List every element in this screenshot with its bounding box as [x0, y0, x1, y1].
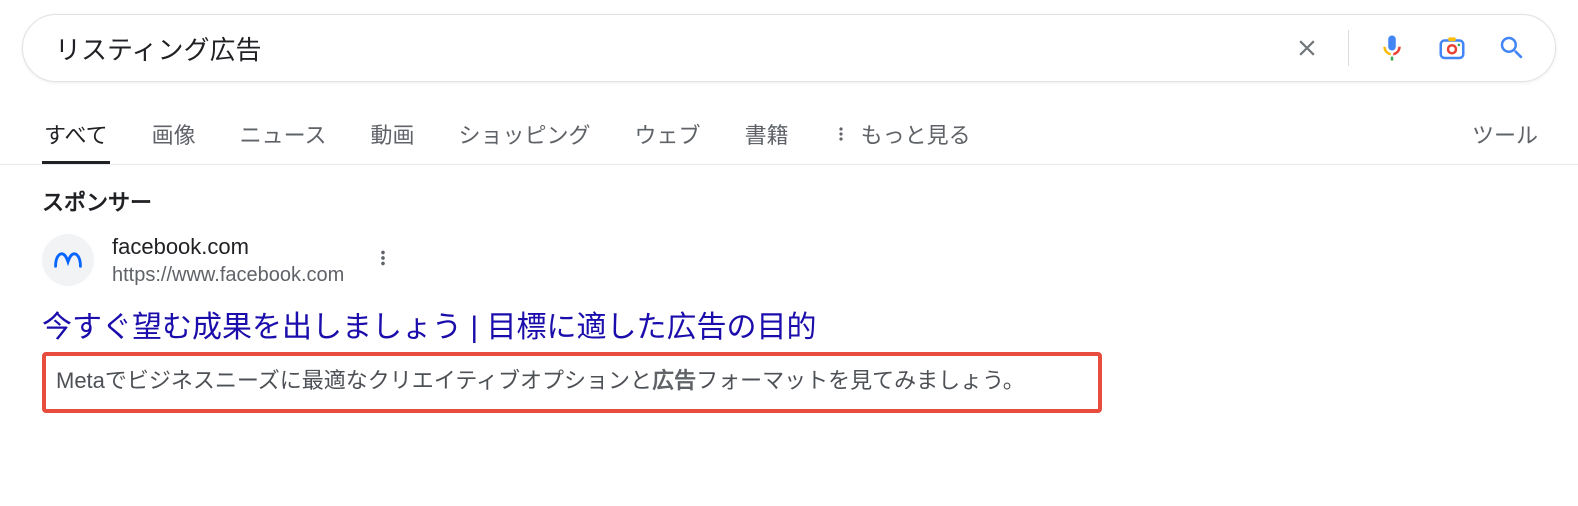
- desc-bold: 広告: [652, 368, 696, 393]
- tools-button[interactable]: ツール: [1472, 118, 1556, 164]
- site-info[interactable]: facebook.com https://www.facebook.com: [112, 233, 344, 288]
- more-vert-icon: [831, 124, 851, 144]
- tab-images[interactable]: 画像: [150, 118, 198, 164]
- tabs: すべて 画像 ニュース 動画 ショッピング ウェブ 書籍 もっと見る: [42, 118, 971, 164]
- tab-more-label: もっと見る: [861, 118, 971, 150]
- result-more-icon[interactable]: [368, 243, 398, 278]
- desc-prefix: Metaでビジネスニーズに最適なクリエイティブオプションと: [56, 368, 652, 393]
- result-description: Metaでビジネスニーズに最適なクリエイティブオプションと広告フォーマットを見て…: [56, 362, 1088, 399]
- meta-logo-icon: [52, 244, 84, 276]
- desc-suffix: フォーマットを見てみましょう。: [696, 368, 1025, 393]
- search-input[interactable]: [53, 32, 1290, 65]
- tab-books[interactable]: 書籍: [743, 118, 791, 164]
- result-title-link[interactable]: 今すぐ望む成果を出しましょう | 目標に適した広告の目的: [42, 302, 816, 346]
- search-bar: [22, 14, 1556, 82]
- tab-web[interactable]: ウェブ: [633, 118, 703, 164]
- tab-videos[interactable]: 動画: [369, 118, 417, 164]
- site-name: facebook.com: [112, 233, 344, 262]
- image-search-icon[interactable]: [1433, 29, 1471, 67]
- tabs-row: すべて 画像 ニュース 動画 ショッピング ウェブ 書籍 もっと見る ツール: [0, 118, 1578, 165]
- sponsor-label: スポンサー: [42, 185, 1578, 217]
- tab-news[interactable]: ニュース: [238, 118, 329, 164]
- result-header: facebook.com https://www.facebook.com: [42, 233, 1578, 288]
- voice-search-icon[interactable]: [1373, 29, 1411, 67]
- tab-more[interactable]: もっと見る: [831, 118, 971, 164]
- clear-icon[interactable]: [1290, 31, 1324, 65]
- results-area: スポンサー facebook.com https://www.facebook.…: [0, 165, 1578, 413]
- description-highlight-box: Metaでビジネスニーズに最適なクリエイティブオプションと広告フォーマットを見て…: [42, 352, 1102, 413]
- search-bar-actions: [1290, 29, 1531, 67]
- tab-all[interactable]: すべて: [42, 118, 110, 164]
- search-icon[interactable]: [1493, 29, 1531, 67]
- separator: [1348, 30, 1349, 66]
- site-url: https://www.facebook.com: [112, 262, 344, 288]
- tab-shopping[interactable]: ショッピング: [457, 118, 593, 164]
- site-favicon: [42, 234, 94, 286]
